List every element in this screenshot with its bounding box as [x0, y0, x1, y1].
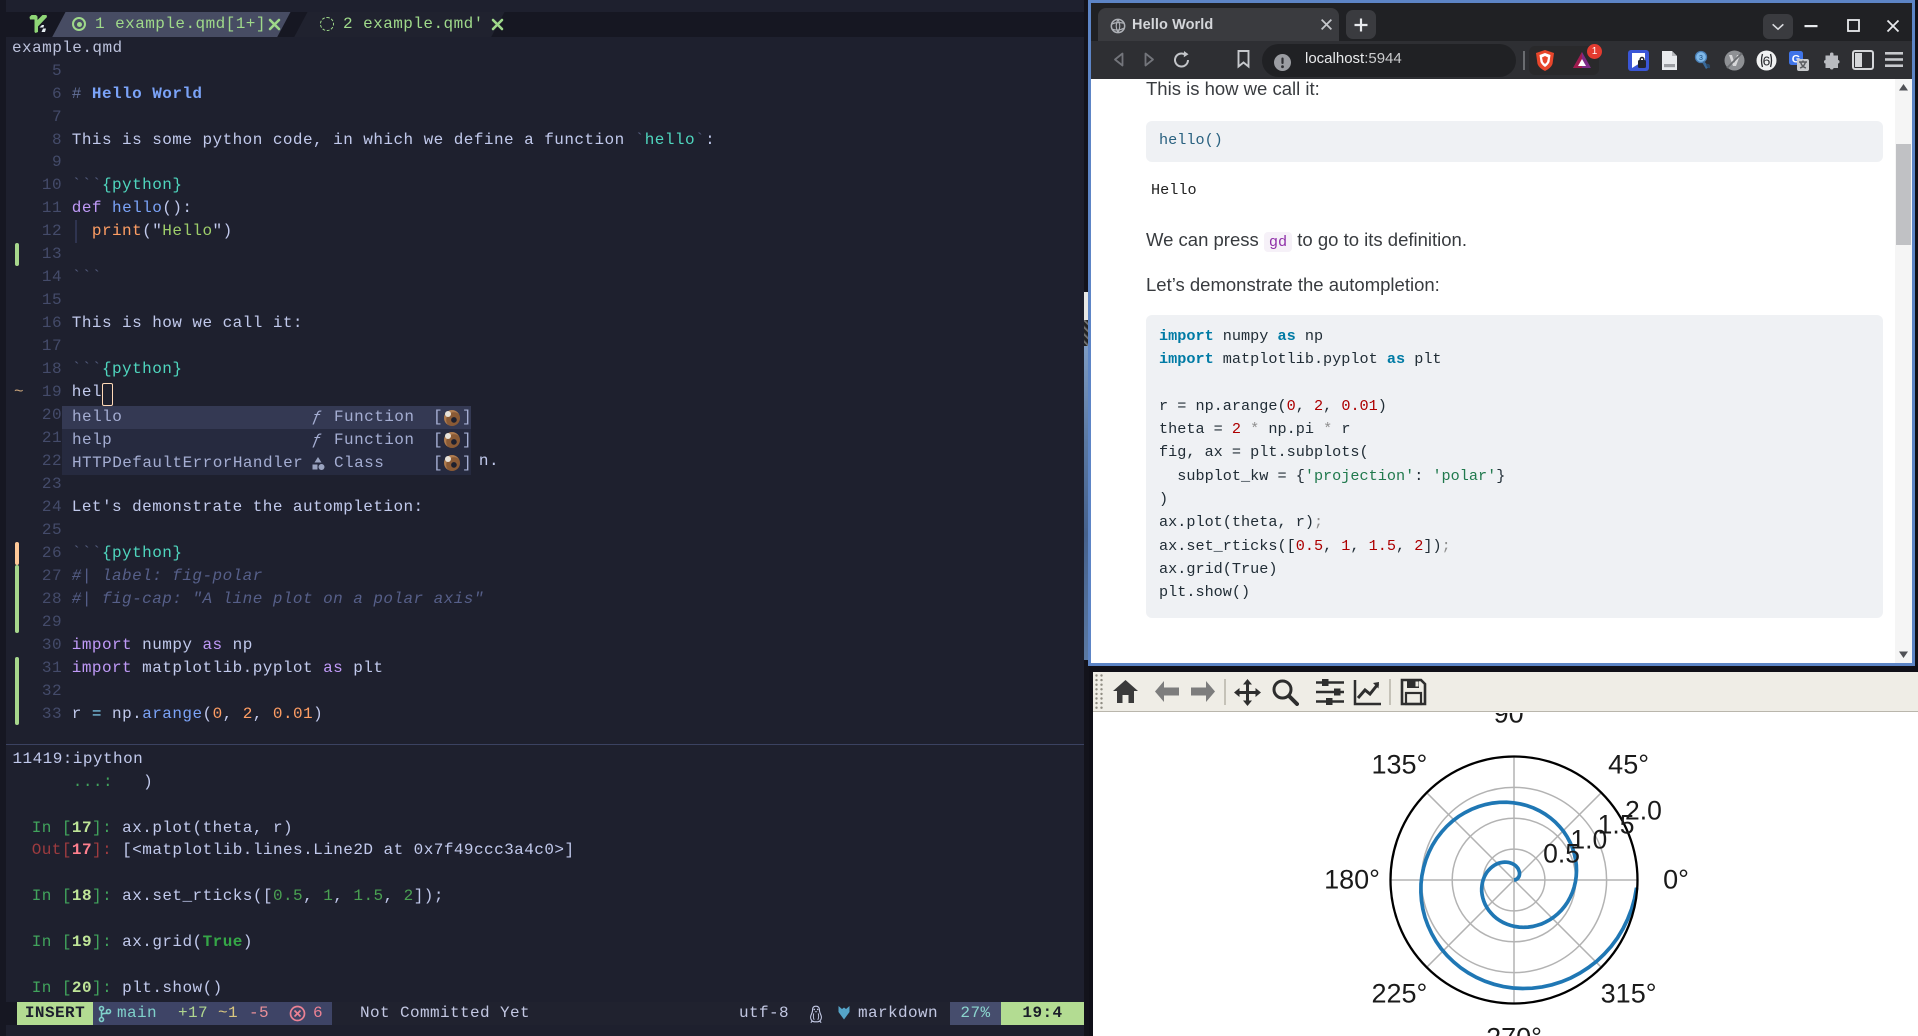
svg-text:6: 6 [1762, 55, 1770, 71]
svg-text:3: 3 [1699, 55, 1703, 62]
